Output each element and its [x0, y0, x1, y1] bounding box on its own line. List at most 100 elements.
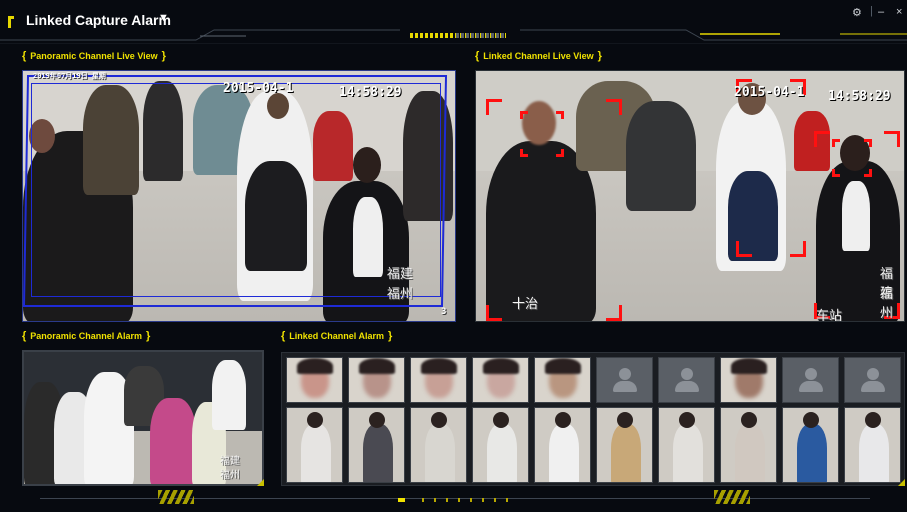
person-figure: [425, 424, 455, 482]
osd-timestamp-small: 2019年07月19日 星期: [33, 72, 106, 80]
body-capture-thumbnail[interactable]: [472, 407, 529, 483]
page-dot[interactable]: [398, 498, 405, 502]
face-placeholder[interactable]: [782, 357, 839, 403]
person-head: [555, 412, 571, 428]
person-head: [307, 412, 323, 428]
detection-box-face: [520, 111, 564, 157]
page-dot[interactable]: [482, 498, 484, 502]
body-capture-thumbnail[interactable]: [534, 407, 591, 483]
person-figure: [150, 398, 196, 484]
panoramic-live-title: Panoramic Channel Live View: [30, 51, 158, 61]
body-capture-thumbnail[interactable]: [844, 407, 901, 483]
page-dot[interactable]: [494, 498, 496, 502]
bracket-close-icon: }: [161, 50, 166, 62]
page-dot[interactable]: [422, 498, 424, 502]
face-placeholder[interactable]: [844, 357, 901, 403]
detection-box-body: [736, 79, 806, 257]
capture-item[interactable]: [720, 357, 777, 483]
bracket-open-icon: {: [22, 330, 27, 342]
capture-item[interactable]: [596, 357, 653, 483]
window-separator: |: [870, 5, 873, 17]
bracket-open-icon: {: [475, 50, 480, 62]
close-button[interactable]: ×: [896, 6, 902, 18]
hair: [421, 358, 457, 374]
face-capture-thumbnail[interactable]: [348, 357, 405, 403]
person-head: [431, 412, 447, 428]
face-capture-thumbnail[interactable]: [410, 357, 467, 403]
capture-item[interactable]: [286, 357, 343, 483]
person-head: [741, 412, 757, 428]
person-figure: [363, 424, 393, 482]
linked-live-title: Linked Channel Live View: [483, 51, 594, 61]
linked-alarm-header: {Linked Channel Alarm}: [281, 330, 392, 344]
person-figure: [859, 424, 889, 482]
sign-text: 车站: [816, 309, 843, 322]
capture-item[interactable]: [472, 357, 529, 483]
person-placeholder-icon: [858, 368, 888, 392]
person-placeholder-icon: [610, 368, 640, 392]
body-capture-thumbnail[interactable]: [348, 407, 405, 483]
person-figure: [626, 101, 696, 211]
resize-corner-icon: [898, 479, 905, 486]
page-dot[interactable]: [434, 498, 436, 502]
capture-item[interactable]: [348, 357, 405, 483]
person-head: [679, 412, 695, 428]
face-placeholder[interactable]: [596, 357, 653, 403]
capture-item[interactable]: [658, 357, 715, 483]
title-mark-icon: [8, 16, 14, 28]
bottom-stripes-left: [158, 490, 194, 504]
sign-text: 福州: [387, 287, 414, 302]
face-capture-thumbnail[interactable]: [286, 357, 343, 403]
detection-roi-inner: [31, 83, 441, 297]
detection-box-face: [832, 139, 872, 177]
sign-text: 福建: [220, 456, 240, 467]
linked-live-view[interactable]: 2015-04-1 14:58:29 福建 福州 十治 车站: [475, 70, 905, 322]
person-head: [369, 412, 385, 428]
body-capture-thumbnail[interactable]: [782, 407, 839, 483]
osd-date: 2015-04-1: [223, 81, 294, 96]
face-capture-thumbnail[interactable]: [472, 357, 529, 403]
sign-text: 福州: [880, 287, 894, 321]
bracket-close-icon: }: [145, 330, 151, 342]
face-placeholder[interactable]: [658, 357, 715, 403]
resize-corner-icon: [257, 479, 264, 486]
hair: [359, 358, 395, 374]
body-capture-thumbnail[interactable]: [720, 407, 777, 483]
person-placeholder-icon: [672, 368, 702, 392]
body-capture-thumbnail[interactable]: [658, 407, 715, 483]
page-dot[interactable]: [458, 498, 460, 502]
title-deco-dots-dim: [456, 33, 506, 38]
bottom-stripes-right: [714, 490, 750, 504]
page-dot[interactable]: [506, 498, 508, 502]
capture-item[interactable]: [782, 357, 839, 483]
body-capture-thumbnail[interactable]: [410, 407, 467, 483]
person-placeholder-icon: [796, 368, 826, 392]
person-figure: [673, 424, 703, 482]
face-capture-thumbnail[interactable]: [534, 357, 591, 403]
sign-text: 十治: [512, 297, 539, 312]
osd-channel-digit: 3: [441, 307, 447, 317]
osd-time: 14:58:29: [828, 89, 891, 104]
gear-icon[interactable]: ⚙: [852, 6, 862, 19]
hair: [545, 358, 581, 374]
caret-down-icon[interactable]: ▼: [158, 12, 169, 24]
bracket-open-icon: {: [22, 50, 27, 62]
person-figure: [212, 360, 246, 430]
face-capture-thumbnail[interactable]: [720, 357, 777, 403]
bracket-close-icon: }: [387, 330, 393, 342]
capture-item[interactable]: [410, 357, 467, 483]
capture-item[interactable]: [844, 357, 901, 483]
osd-date: 2015-04-1: [734, 85, 805, 100]
person-head: [493, 412, 509, 428]
body-capture-thumbnail[interactable]: [596, 407, 653, 483]
page-dot[interactable]: [470, 498, 472, 502]
page-dot[interactable]: [446, 498, 448, 502]
body-capture-thumbnail[interactable]: [286, 407, 343, 483]
pagination-dots[interactable]: [398, 498, 518, 502]
title-bar: Linked Capture Alarm ▼ ⚙ | – ×: [0, 0, 907, 44]
panoramic-live-view[interactable]: 2019年07月19日 星期 2015-04-1 14:58:29 福建 福州 …: [22, 70, 456, 322]
minimize-button[interactable]: –: [878, 6, 884, 18]
capture-item[interactable]: [534, 357, 591, 483]
person-head: [617, 412, 633, 428]
panoramic-alarm-snapshot[interactable]: 福建 福州: [22, 350, 264, 486]
